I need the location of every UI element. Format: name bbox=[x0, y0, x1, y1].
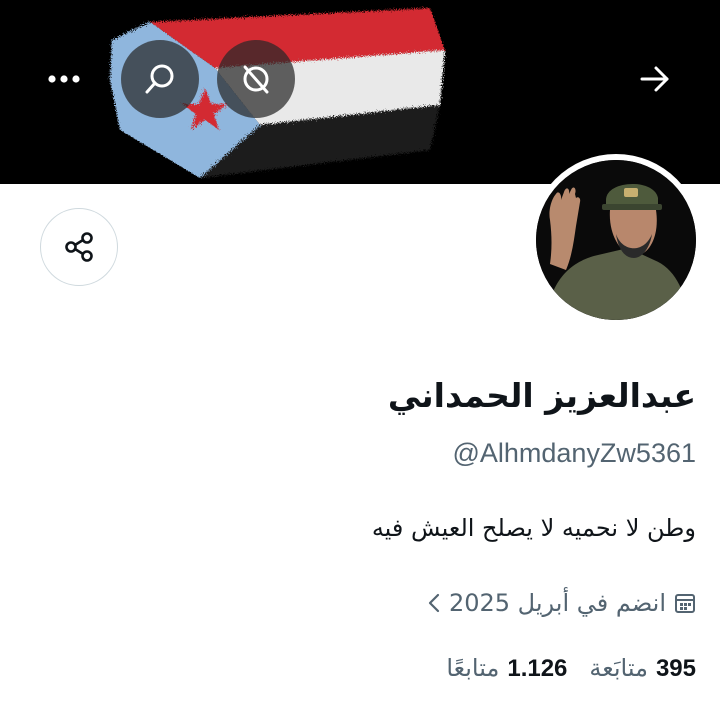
chevron-left-icon bbox=[427, 592, 441, 614]
bio: وطن لا نحميه لا يصلح العيش فيه bbox=[371, 514, 696, 542]
share-button[interactable] bbox=[40, 208, 118, 286]
follow-stats: متابعًا 1.126 متابَعة 395 bbox=[446, 654, 696, 683]
followers-stat[interactable]: متابعًا 1.126 bbox=[446, 654, 567, 683]
following-count: 395 bbox=[655, 655, 696, 682]
avatar[interactable] bbox=[530, 154, 702, 326]
followers-count: 1.126 bbox=[507, 655, 568, 682]
share-icon bbox=[65, 232, 93, 262]
join-date-text: انضم في أبريل 2025 bbox=[448, 589, 666, 617]
more-button[interactable] bbox=[25, 40, 103, 118]
search-icon bbox=[145, 64, 174, 94]
avatar-photo bbox=[536, 160, 696, 320]
followers-label: متابعًا bbox=[446, 654, 500, 682]
search-button[interactable] bbox=[121, 40, 199, 118]
back-arrow-icon bbox=[640, 66, 669, 92]
back-button[interactable] bbox=[616, 40, 694, 118]
user-handle: @AlhmdanyZw5361 bbox=[452, 438, 696, 468]
more-icon bbox=[48, 75, 80, 83]
following-stat[interactable]: متابَعة 395 bbox=[589, 654, 696, 683]
following-label: متابَعة bbox=[589, 654, 648, 682]
join-date-row[interactable]: انضم في أبريل 2025 bbox=[427, 586, 696, 620]
grok-button[interactable] bbox=[217, 40, 295, 118]
display-name: عبدالعزيز الحمداني bbox=[387, 376, 696, 415]
calendar-icon bbox=[674, 592, 696, 614]
grok-icon bbox=[243, 65, 269, 94]
